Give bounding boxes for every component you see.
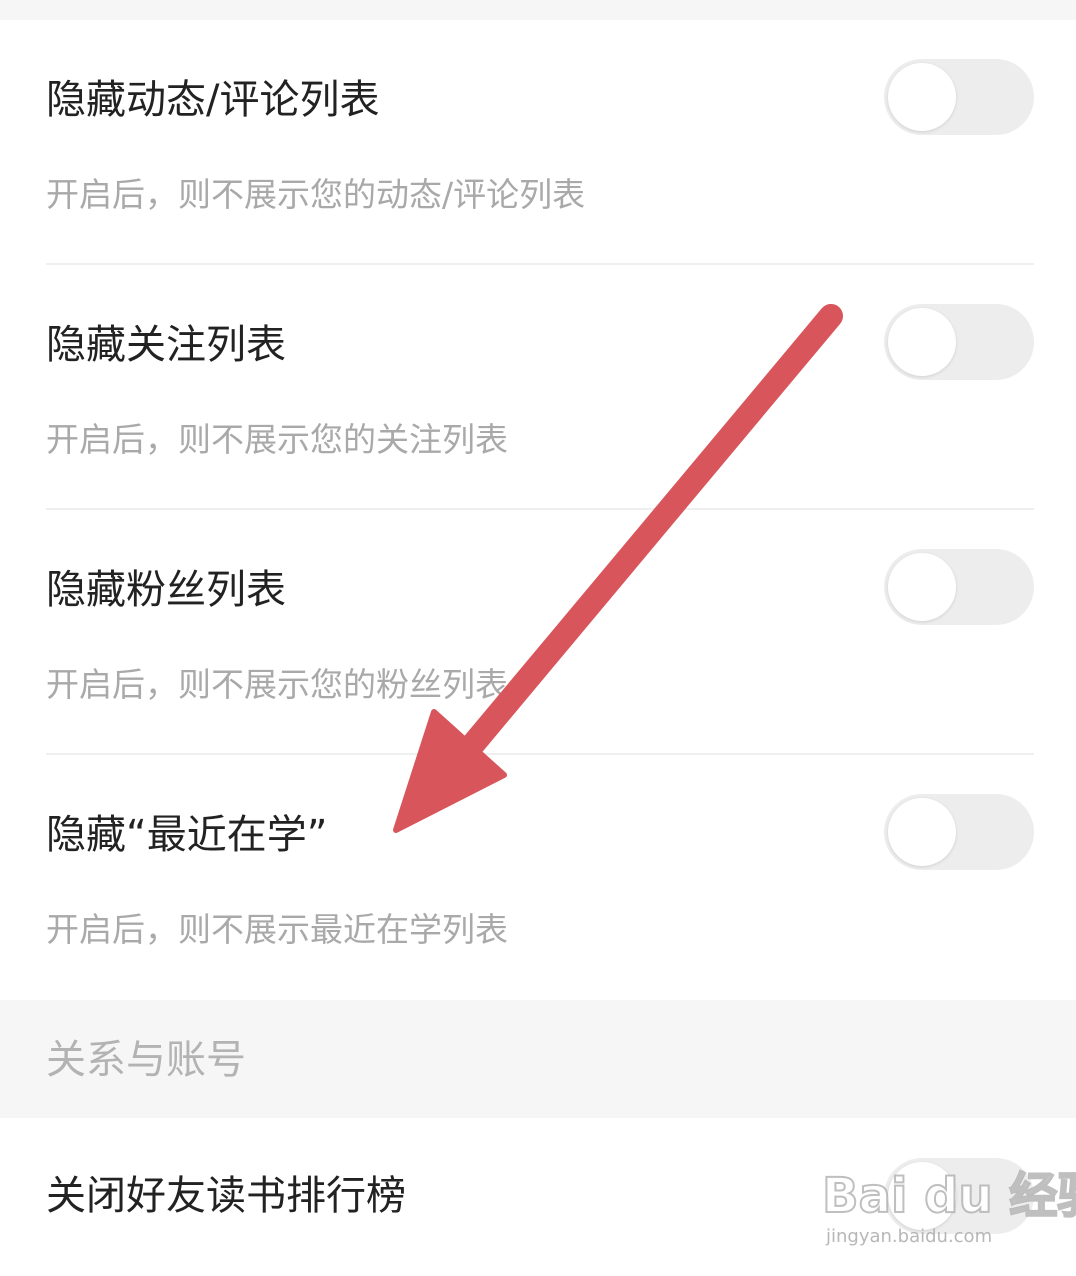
setting-description: 开启后，则不展示最近在学列表 (46, 910, 508, 949)
close-ranking-toggle[interactable] (884, 1158, 1034, 1234)
setting-title: 隐藏“最近在学” (46, 812, 328, 858)
setting-row-close-ranking: 关闭好友读书排行榜 (0, 1118, 1076, 1276)
hide-followers-toggle[interactable] (884, 549, 1034, 625)
section-title: 关系与账号 (46, 1037, 246, 1083)
setting-description: 开启后，则不展示您的动态/评论列表 (46, 175, 586, 214)
hide-following-toggle[interactable] (884, 304, 1034, 380)
setting-description: 开启后，则不展示您的关注列表 (46, 420, 508, 459)
setting-row-hide-activity: 隐藏动态/评论列表 开启后，则不展示您的动态/评论列表 (0, 20, 1076, 265)
toggle-knob (888, 63, 956, 131)
setting-row-hide-following: 隐藏关注列表 开启后，则不展示您的关注列表 (0, 265, 1076, 510)
setting-title: 隐藏关注列表 (46, 322, 286, 368)
setting-title: 关闭好友读书排行榜 (46, 1173, 406, 1219)
setting-title: 隐藏动态/评论列表 (46, 77, 380, 123)
toggle-knob (888, 1162, 956, 1230)
section-header: 关系与账号 (0, 1000, 1076, 1118)
setting-row-hide-followers: 隐藏粉丝列表 开启后，则不展示您的粉丝列表 (0, 510, 1076, 755)
toggle-knob (888, 553, 956, 621)
setting-description: 开启后，则不展示您的粉丝列表 (46, 665, 508, 704)
toggle-knob (888, 308, 956, 376)
top-strip (0, 0, 1076, 20)
toggle-knob (888, 798, 956, 866)
setting-title: 隐藏粉丝列表 (46, 567, 286, 613)
hide-activity-toggle[interactable] (884, 59, 1034, 135)
privacy-settings-screen: 隐藏动态/评论列表 开启后，则不展示您的动态/评论列表 隐藏关注列表 开启后，则… (0, 0, 1076, 1276)
hide-recent-study-toggle[interactable] (884, 794, 1034, 870)
setting-row-hide-recent-study: 隐藏“最近在学” 开启后，则不展示最近在学列表 (0, 755, 1076, 1000)
